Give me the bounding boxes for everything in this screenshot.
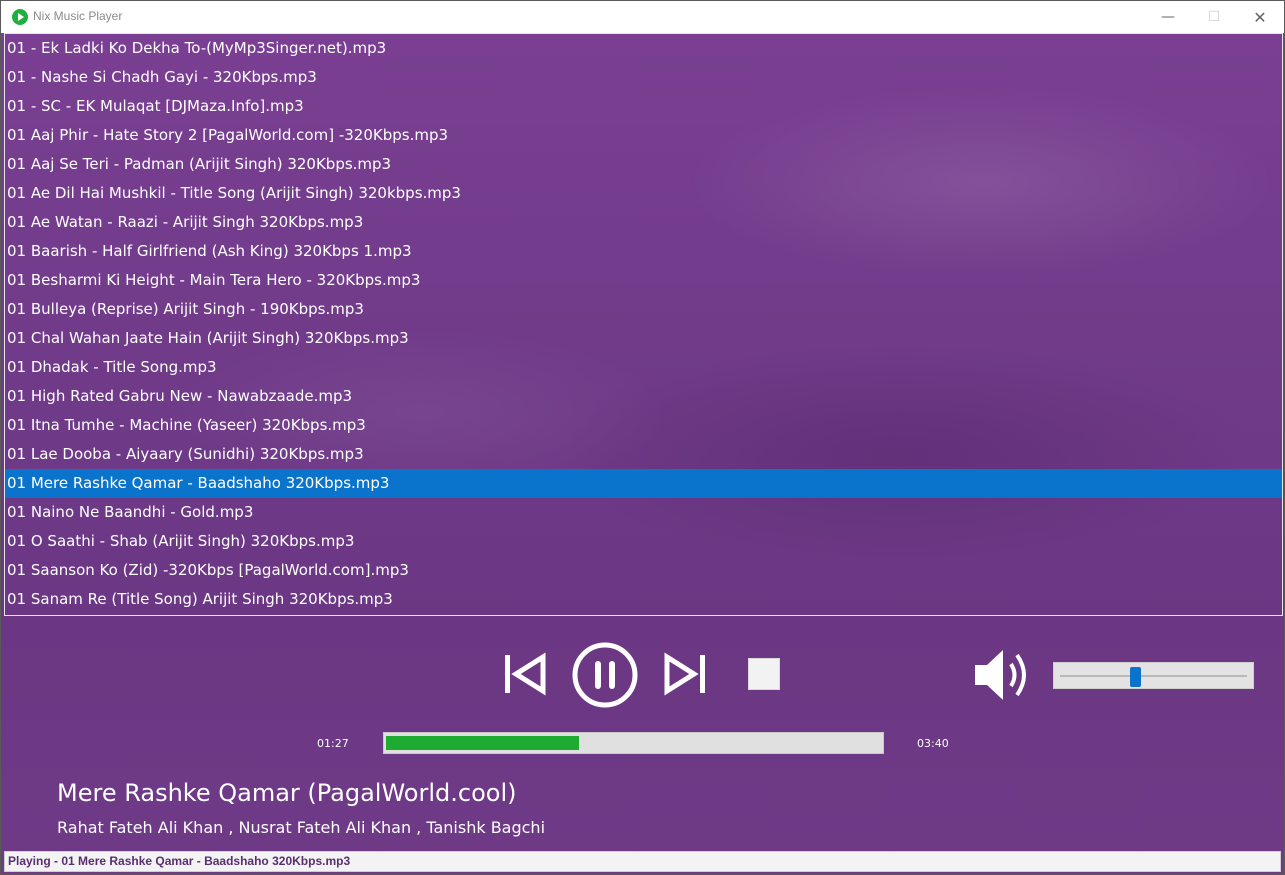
playlist-item[interactable]: 01 Lae Dooba - Aiyaary (Sunidhi) 320Kbps… [5,440,1282,469]
playlist-item[interactable]: 01 - Ek Ladki Ko Dekha To-(MyMp3Singer.n… [5,34,1282,63]
next-button[interactable] [659,650,709,698]
mute-button[interactable] [971,644,1037,706]
playlist[interactable]: 01 - Ek Ladki Ko Dekha To-(MyMp3Singer.n… [4,33,1283,616]
app-logo-icon [12,9,28,25]
seek-bar-fill [386,736,579,750]
playlist-item[interactable]: 01 Sanam Re (Title Song) Arijit Singh 32… [5,585,1282,614]
status-bar: Playing - 01 Mere Rashke Qamar - Baadsha… [4,851,1281,872]
stop-button[interactable] [748,658,780,690]
previous-button[interactable] [501,650,551,698]
playlist-item[interactable]: 01 Aaj Phir - Hate Story 2 [PagalWorld.c… [5,121,1282,150]
playlist-item[interactable]: 01 Aaj Se Teri - Padman (Arijit Singh) 3… [5,150,1282,179]
close-button[interactable]: ✕ [1237,1,1283,33]
app-window: Nix Music Player — ☐ ✕ 01 - Ek Ladki Ko … [0,0,1285,875]
maximize-button[interactable]: ☐ [1191,1,1237,33]
playlist-item[interactable]: 01 Naino Ne Baandhi - Gold.mp3 [5,498,1282,527]
volume-slider[interactable] [1053,662,1254,689]
playlist-item[interactable]: 01 Saanson Ko (Zid) -320Kbps [PagalWorld… [5,556,1282,585]
player-controls: 01:27 03:40 Mere Rashke Qamar (PagalWorl… [1,616,1284,851]
volume-thumb[interactable] [1130,667,1141,687]
playlist-item[interactable]: 01 Ae Watan - Raazi - Arijit Singh 320Kb… [5,208,1282,237]
elapsed-time: 01:27 [317,737,349,750]
playlist-item[interactable]: 01 Itna Tumhe - Machine (Yaseer) 320Kbps… [5,411,1282,440]
playlist-item[interactable]: 01 - SC - EK Mulaqat [DJMaza.Info].mp3 [5,92,1282,121]
playlist-item[interactable]: 01 Ae Dil Hai Mushkil - Title Song (Arij… [5,179,1282,208]
playlist-item[interactable]: 01 Besharmi Ki Height - Main Tera Hero -… [5,266,1282,295]
playlist-item[interactable]: 01 High Rated Gabru New - Nawabzaade.mp3 [5,382,1282,411]
previous-icon [505,652,546,696]
playlist-item[interactable]: 01 Chal Wahan Jaate Hain (Arijit Singh) … [5,324,1282,353]
playlist-item[interactable]: 01 Bulleya (Reprise) Arijit Singh - 190K… [5,295,1282,324]
title-bar[interactable]: Nix Music Player — ☐ ✕ [1,1,1284,33]
window-title: Nix Music Player [33,9,123,23]
pause-button[interactable] [569,640,641,710]
playlist-item[interactable]: 01 Baarish - Half Girlfriend (Ash King) … [5,237,1282,266]
playlist-item[interactable]: 01 Dhadak - Title Song.mp3 [5,353,1282,382]
now-playing-artists: Rahat Fateh Ali Khan , Nusrat Fateh Ali … [57,818,546,837]
playlist-item[interactable]: 01 O Saathi - Shab (Arijit Singh) 320Kbp… [5,527,1282,556]
volume-track [1060,675,1247,677]
minimize-button[interactable]: — [1145,1,1191,33]
pause-icon [572,642,638,708]
seek-bar[interactable] [383,732,884,754]
now-playing-title: Mere Rashke Qamar (PagalWorld.cool) [57,779,517,807]
next-icon [664,652,705,696]
speaker-icon [975,650,1026,700]
playlist-item[interactable]: 01 Mere Rashke Qamar - Baadshaho 320Kbps… [5,469,1282,498]
playlist-item[interactable]: 01 - Nashe Si Chadh Gayi - 320Kbps.mp3 [5,63,1282,92]
total-time: 03:40 [917,737,949,750]
